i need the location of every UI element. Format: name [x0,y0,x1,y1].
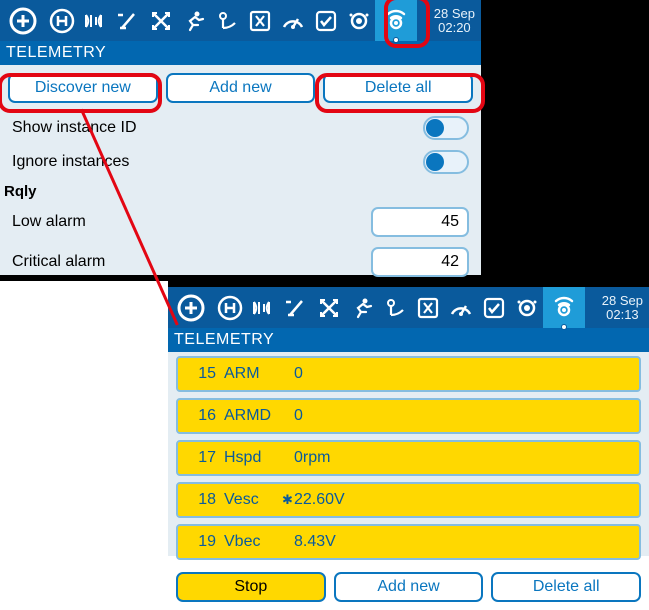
telemetry-button-row-2: Stop Add new Delete all [168,570,649,610]
datetime: 28 Sep 02:20 [428,7,481,35]
sensor-fresh-icon: ✱ [282,492,294,508]
x-box-icon[interactable] [411,287,444,328]
sensor-value: 0rpm [294,449,330,467]
show-instance-label: Show instance ID [12,119,423,137]
sensor-name: Vesc [224,491,282,509]
show-instance-toggle[interactable] [423,116,469,140]
switch-icon[interactable] [111,0,144,41]
add-new-button[interactable]: Add new [166,73,316,103]
discover-new-button[interactable]: Discover new [8,73,158,103]
cross-arrows-icon[interactable] [312,287,345,328]
runner-icon[interactable] [177,0,210,41]
ignore-instances-row: Ignore instances [0,145,481,179]
date-text: 28 Sep [434,7,475,21]
sensor-idx: 18 [188,491,216,509]
eye-icon[interactable] [510,287,543,328]
critical-alarm-row: Critical alarm [0,242,481,282]
heliport-icon[interactable] [45,0,78,41]
sensor-value: 0 [294,365,303,383]
sensor-row[interactable]: 19 Vbec 8.43V [176,524,641,560]
switch-icon[interactable] [279,287,312,328]
delete-all-label: Delete all [365,79,432,97]
signal-icon[interactable] [78,0,111,41]
sensor-idx: 16 [188,407,216,425]
time-text-2: 02:13 [602,308,643,322]
sensor-idx: 17 [188,449,216,467]
topbar-2: 28 Sep 02:13 [168,287,649,328]
runner-icon[interactable] [345,287,378,328]
sensor-name: Vbec [224,533,282,551]
x-box-icon[interactable] [243,0,276,41]
sensor-group-header: Rqly [0,179,481,202]
screen-1: 28 Sep 02:20 TELEMETRY Discover new Add … [0,0,481,275]
cross-arrows-icon[interactable] [144,0,177,41]
sensor-row[interactable]: 16 ARMD 0 [176,398,641,434]
sensor-value: 0 [294,407,303,425]
critical-alarm-label: Critical alarm [12,253,371,271]
section-title: TELEMETRY [0,41,481,65]
gauge-icon[interactable] [276,0,309,41]
delete-all-label-2: Delete all [533,578,600,596]
sensor-value: 22.60V [294,491,345,509]
sensor-row[interactable]: 18 Vesc ✱ 22.60V [176,482,641,518]
stop-button[interactable]: Stop [176,572,326,602]
plus-circle-icon[interactable] [0,0,45,41]
critical-alarm-input[interactable] [371,247,469,277]
section-title-2: TELEMETRY [168,328,649,352]
telemetry-button-row: Discover new Add new Delete all [0,65,481,111]
stop-label: Stop [234,578,267,596]
sensor-list: 15 ARM 0 16 ARMD 0 17 Hspd 0rpm 18 Vesc … [168,352,649,570]
low-alarm-row: Low alarm [0,202,481,242]
gauge-icon[interactable] [444,287,477,328]
add-new-label-2: Add new [377,578,439,596]
delete-all-button[interactable]: Delete all [323,73,473,103]
time-text: 02:20 [434,21,475,35]
telemetry-icon[interactable] [543,287,585,328]
plus-circle-icon[interactable] [168,287,213,328]
sensor-idx: 19 [188,533,216,551]
sensor-idx: 15 [188,365,216,383]
screen-2: 28 Sep 02:13 TELEMETRY 15 ARM 0 16 ARMD … [168,287,649,556]
ignore-instances-label: Ignore instances [12,153,423,171]
transmitter-icon[interactable] [378,287,411,328]
heliport-icon[interactable] [213,287,246,328]
transmitter-icon[interactable] [210,0,243,41]
signal-icon[interactable] [246,287,279,328]
telemetry-icon[interactable] [375,0,417,41]
sensor-name: ARM [224,365,282,383]
add-new-button-2[interactable]: Add new [334,572,484,602]
add-new-label: Add new [209,79,271,97]
datetime-2: 28 Sep 02:13 [596,294,649,322]
low-alarm-input[interactable] [371,207,469,237]
sensor-name: ARMD [224,407,282,425]
sensor-value: 8.43V [294,533,336,551]
eye-icon[interactable] [342,0,375,41]
date-text-2: 28 Sep [602,294,643,308]
check-box-icon[interactable] [477,287,510,328]
discover-new-label: Discover new [35,79,131,97]
ignore-instances-toggle[interactable] [423,150,469,174]
show-instance-row: Show instance ID [0,111,481,145]
delete-all-button-2[interactable]: Delete all [491,572,641,602]
sensor-row[interactable]: 17 Hspd 0rpm [176,440,641,476]
topbar: 28 Sep 02:20 [0,0,481,41]
low-alarm-label: Low alarm [12,213,371,231]
sensor-row[interactable]: 15 ARM 0 [176,356,641,392]
check-box-icon[interactable] [309,0,342,41]
sensor-name: Hspd [224,449,282,467]
